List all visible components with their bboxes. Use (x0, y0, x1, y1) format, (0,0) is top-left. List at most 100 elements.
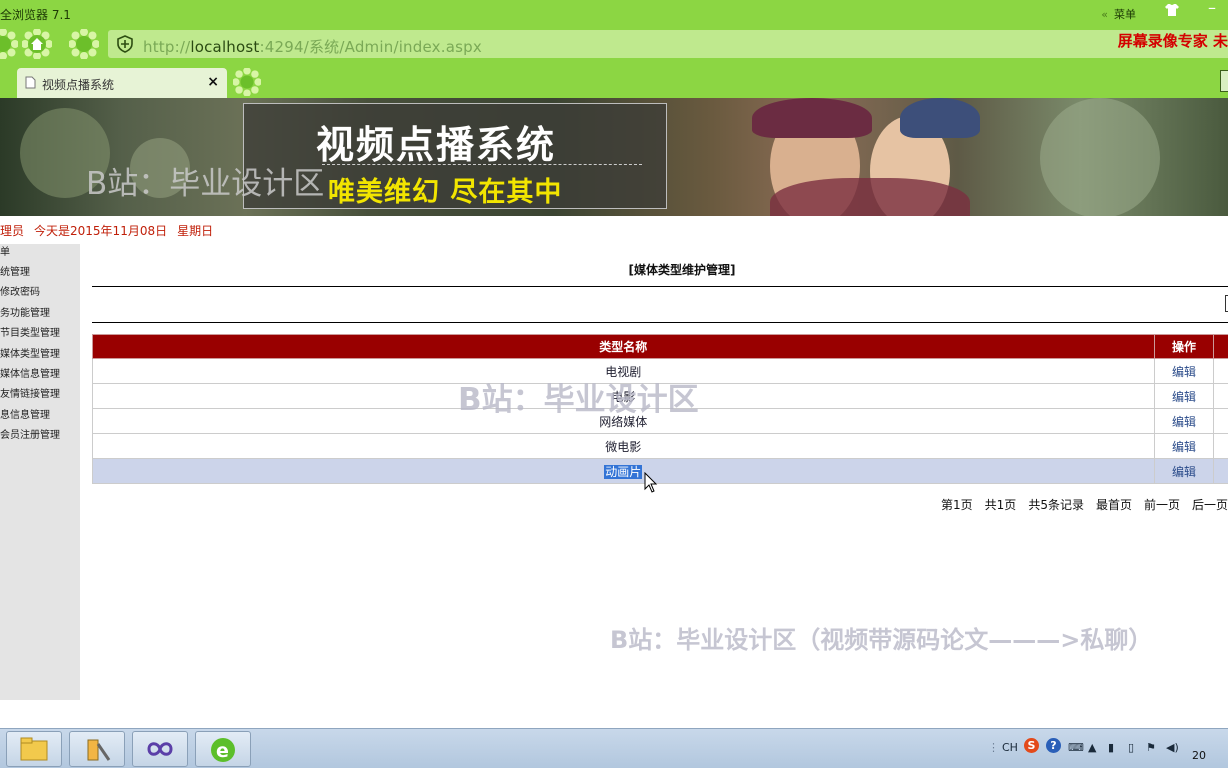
taskbar-explorer-button[interactable] (6, 731, 62, 767)
left-menu-item-media-info[interactable]: 媒体信息管理 (0, 366, 60, 386)
edit-link[interactable]: 编辑 (1172, 465, 1196, 479)
pager-current-page: 第1页 (941, 498, 973, 512)
left-menu-item-members[interactable]: 会员注册管理 (0, 427, 60, 447)
left-menu-header: 单 (0, 247, 10, 258)
pager-total-records: 共5条记录 (1028, 498, 1084, 512)
url-path: :4294/系统/Admin/index.aspx (259, 38, 482, 56)
back-flower-icon[interactable] (0, 29, 18, 59)
column-header-extra (1213, 334, 1228, 359)
action-cell: 编辑 (1153, 433, 1215, 459)
page-title: [媒体类型维护管理] (628, 263, 736, 277)
edit-link[interactable]: 编辑 (1172, 440, 1196, 454)
type-name-cell: 微电影 (92, 433, 1155, 459)
left-menu-item-links[interactable]: 友情链接管理 (0, 386, 60, 406)
volume-icon[interactable]: ◀) (1166, 741, 1179, 754)
column-header-type-name: 类型名称 (92, 334, 1155, 359)
security-shield-icon[interactable] (116, 35, 134, 53)
left-menu-item-program-types[interactable]: 节目类型管理 (0, 325, 60, 345)
help-icon[interactable]: ? (1046, 738, 1061, 753)
action-cell: 编辑 (1153, 458, 1215, 484)
page-icon (25, 76, 36, 89)
pager-total-pages: 共1页 (984, 498, 1017, 512)
divider (92, 286, 1228, 287)
double-chevron-left-icon: « (1101, 8, 1108, 21)
taskbar-tools-button[interactable] (69, 731, 125, 767)
browser-tab[interactable]: 视频点播系统 × (17, 68, 227, 98)
action-cell: 编辑 (1153, 383, 1215, 409)
system-tray: ⋮ CH S ? ⌨ ▲ ▮ ▯ ⚑ ◀) 20 (978, 729, 1228, 768)
pager-first-link[interactable]: 最首页 (1096, 498, 1132, 512)
favorites-flower-icon[interactable] (69, 29, 99, 59)
address-url: http://localhost:4294/系统/Admin/index.asp… (143, 36, 482, 57)
left-menu-item-password[interactable]: 修改密码 (0, 284, 40, 304)
edit-link[interactable]: 编辑 (1172, 415, 1196, 429)
banner-divider (322, 164, 642, 165)
home-icon[interactable] (22, 29, 52, 59)
action-cell: 编辑 (1153, 358, 1215, 384)
left-menu-item-media-types[interactable]: 媒体类型管理 (0, 346, 60, 366)
banner-title: 视频点播系统 (316, 123, 557, 167)
browser-navbar: http://localhost:4294/系统/Admin/index.asp… (0, 26, 1228, 62)
os-taskbar: e ⋮ CH S ? ⌨ ▲ ▮ ▯ ⚑ ◀) 20 (0, 728, 1228, 768)
tab-close-icon[interactable]: × (207, 74, 219, 90)
input-language[interactable]: CH (1002, 741, 1018, 754)
keyboard-icon[interactable]: ⌨ (1068, 741, 1084, 754)
extra-cell (1213, 358, 1228, 384)
battery-icon[interactable]: ▯ (1128, 741, 1134, 754)
left-menu-item-system[interactable]: 统管理 (0, 264, 30, 284)
banner-model-photo (752, 98, 872, 138)
column-header-action: 操作 (1153, 334, 1215, 359)
browser-titlebar: 全浏览器 7.1 « 菜单 – (0, 0, 1228, 26)
current-date: 今天是2015年11月08日 (34, 224, 168, 238)
banner-watermark: B站：毕业设计区 (86, 166, 325, 202)
bottom-watermark: B站：毕业设计区（视频带源码论文———>私聊） (610, 626, 1153, 654)
left-menu: 单 统管理 修改密码 务功能管理 节目类型管理 媒体类型管理 媒体信息管理 友情… (0, 244, 80, 700)
left-menu-item-functions[interactable]: 务功能管理 (0, 305, 50, 325)
screen-recorder-watermark: 屏幕录像专家 未 (1117, 32, 1228, 50)
folder-icon (20, 737, 48, 761)
tray-grip: ⋮ (988, 741, 999, 754)
extra-cell (1213, 383, 1228, 409)
site-banner: 视频点播系统 唯美维幻 尽在其中 B站：毕业设计区 (0, 98, 1228, 216)
type-name-cell: 动画片 (92, 458, 1155, 484)
action-cell: 编辑 (1153, 408, 1215, 434)
clock[interactable]: 20 (1192, 749, 1206, 762)
taskbar-browser-button[interactable]: e (195, 731, 251, 767)
taskbar-visualstudio-button[interactable] (132, 731, 188, 767)
network-icon[interactable]: ▮ (1108, 741, 1114, 754)
left-menu-item-messages[interactable]: 息信息管理 (0, 407, 50, 427)
edit-link[interactable]: 编辑 (1172, 390, 1196, 404)
browser-menu-button[interactable]: « 菜单 (1101, 6, 1136, 22)
url-host: localhost (190, 38, 260, 56)
selected-text: 动画片 (604, 464, 643, 479)
center-watermark: B站：毕业设计区 (458, 382, 699, 418)
address-bar[interactable]: http://localhost:4294/系统/Admin/index.asp… (108, 30, 1228, 58)
show-hidden-icons-icon[interactable]: ▲ (1088, 741, 1096, 754)
extra-cell (1213, 458, 1228, 484)
banner-bokeh (1040, 98, 1160, 216)
divider (92, 322, 1228, 323)
pager-prev-link[interactable]: 前一页 (1144, 498, 1180, 512)
url-scheme: http:// (143, 38, 191, 56)
browser-title: 全浏览器 7.1 (0, 8, 71, 22)
extra-cell (1213, 433, 1228, 459)
table-row: 微电影 编辑 (92, 433, 1228, 459)
sidebar-toggle-button[interactable] (1220, 70, 1228, 92)
pager-next-link[interactable]: 后一页 (1192, 498, 1228, 512)
sogou-icon[interactable]: S (1024, 738, 1039, 753)
banner-slogan: 唯美维幻 尽在其中 (328, 177, 563, 208)
user-role: 理员 (0, 224, 25, 238)
browser-e-icon: e (211, 738, 235, 762)
flag-icon[interactable]: ⚑ (1146, 741, 1156, 754)
menu-label: 菜单 (1114, 8, 1136, 21)
banner-model-photo (770, 178, 970, 216)
minimize-icon[interactable]: – (1208, 0, 1222, 16)
date-line: 理员 今天是2015年11月08日 星期日 (0, 222, 223, 239)
new-tab-flower-icon[interactable] (233, 68, 261, 96)
banner-model-photo (900, 98, 980, 138)
skin-shirt-icon[interactable] (1164, 3, 1180, 17)
tab-title: 视频点播系统 (42, 78, 115, 92)
tools-icon (87, 739, 111, 761)
svg-text:e: e (216, 740, 229, 762)
edit-link[interactable]: 编辑 (1172, 365, 1196, 379)
